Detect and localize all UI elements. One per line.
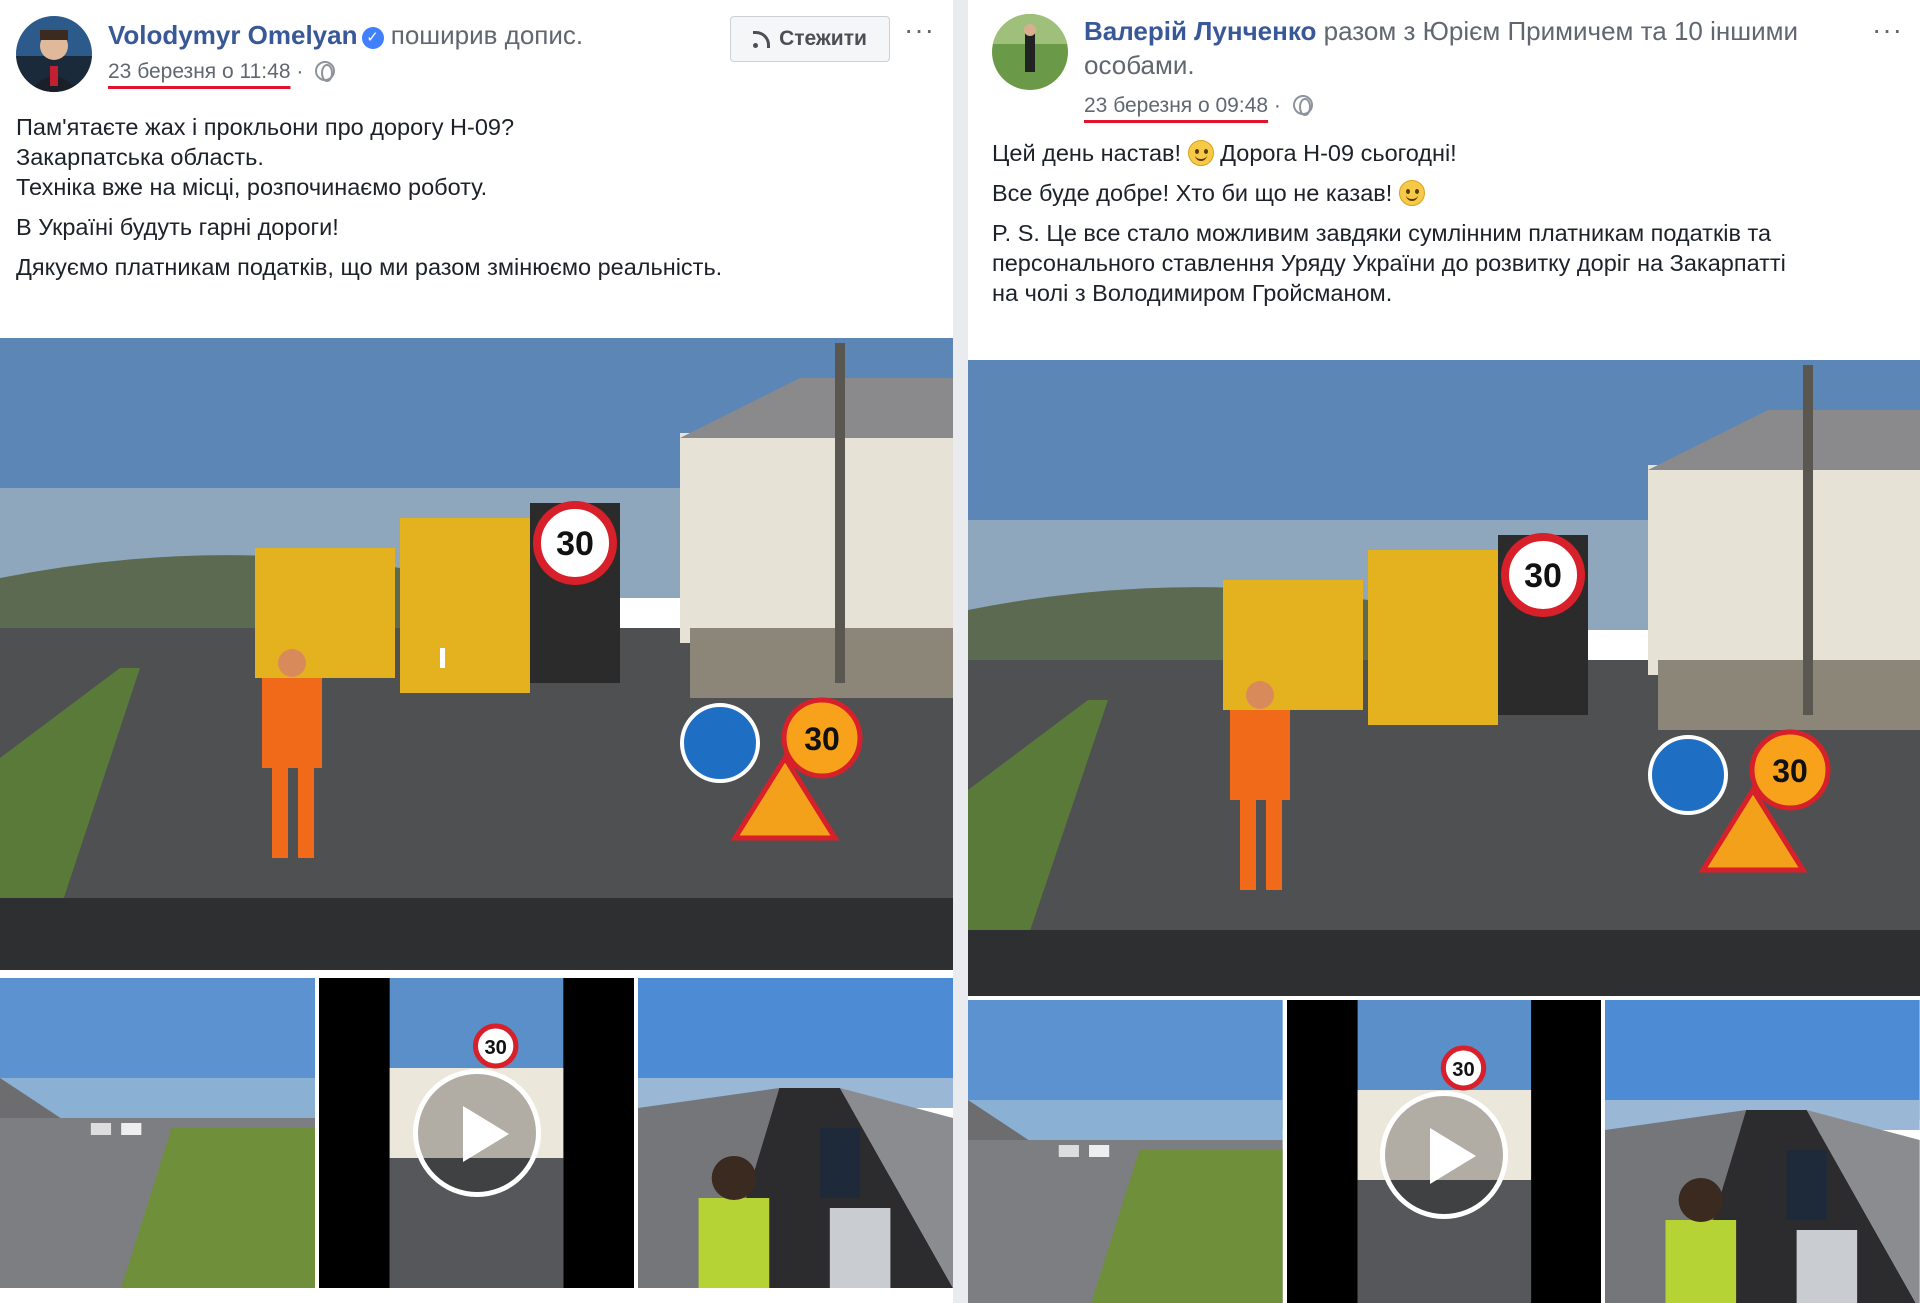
photo-thumbnails: 30 xyxy=(0,978,953,1288)
main-photo[interactable]: 30 30 xyxy=(0,338,953,970)
share-action: поширив допис. xyxy=(390,20,584,50)
follow-label: Стежити xyxy=(779,27,867,50)
text-line: Цей день настав! xyxy=(992,140,1182,166)
thumbnail-photo[interactable] xyxy=(638,978,953,1288)
follow-button[interactable]: Стежити xyxy=(730,16,890,62)
smile-emoji-icon xyxy=(1398,180,1425,206)
paragraph: Дякуємо платникам податків, що ми разом … xyxy=(16,252,937,282)
text-line: персонального ставлення Уряду України до… xyxy=(992,250,1786,276)
thumbnail-photo[interactable] xyxy=(1605,1000,1920,1303)
main-photo[interactable]: 30 30 xyxy=(968,360,1920,996)
tagged-people-cont[interactable]: особами. xyxy=(1084,50,1195,80)
globe-icon xyxy=(1292,95,1313,116)
post-timestamp[interactable]: 23 березня о 11:48 xyxy=(108,60,291,83)
smile-emoji-icon xyxy=(1187,140,1214,166)
speed-sign-board: 30 xyxy=(1524,557,1562,595)
paragraph: В Україні будуть гарні дороги! xyxy=(16,212,937,242)
text-line: Техніка вже на місці, розпочинаємо робот… xyxy=(16,174,488,200)
text-line: Все буде добре! Хто би що не казав! xyxy=(992,180,1393,206)
author-line: Volodymyr Omelyan ✓ поширив допис. xyxy=(108,18,583,52)
rss-icon xyxy=(753,30,771,48)
thumbnail-video[interactable]: 30 xyxy=(319,978,634,1288)
paragraph: P. S. Це все стало можливим завдяки сумл… xyxy=(992,218,1904,308)
post-text: Цей день настав! Дорога Н-09 сьогодні! В… xyxy=(992,138,1904,318)
verified-icon: ✓ xyxy=(361,27,384,49)
more-options-icon[interactable]: ··· xyxy=(1872,14,1903,46)
paragraph: Пам'ятаєте жах і прокльони про дорогу Н-… xyxy=(16,112,937,202)
text-line: Закарпатська область. xyxy=(16,144,264,170)
post-timestamp[interactable]: 23 березня о 09:48 xyxy=(1084,94,1268,117)
thumbnail-photo[interactable] xyxy=(0,978,315,1288)
text-line: В Україні будуть гарні дороги! xyxy=(16,214,339,240)
text-line: на чолі з Володимиром Гройсманом. xyxy=(992,280,1393,306)
play-icon[interactable] xyxy=(1380,1091,1508,1219)
text-line: P. S. Це все стало можливим завдяки сумл… xyxy=(992,220,1772,246)
paragraph: Цей день настав! Дорога Н-09 сьогодні! xyxy=(992,138,1904,168)
speed-sign-roadside: 30 xyxy=(804,721,840,757)
author-line: Валерій Лунченко разом з Юрієм Примичем … xyxy=(1084,14,1798,82)
post-left: Volodymyr Omelyan ✓ поширив допис. 23 бер… xyxy=(0,0,953,1303)
globe-icon xyxy=(315,61,336,82)
paragraph: Все буде добре! Хто би що не казав! xyxy=(992,178,1904,208)
text-line: Дякуємо платникам податків, що ми разом … xyxy=(16,254,723,280)
play-icon[interactable] xyxy=(412,1069,541,1197)
author-name[interactable]: Валерій Лунченко xyxy=(1084,16,1316,46)
post-meta: 23 березня о 11:48 · xyxy=(108,60,336,84)
tagged-people[interactable]: разом з Юрієм Примичем та 10 іншими xyxy=(1324,16,1798,46)
video-speed-sign: 30 xyxy=(484,1037,506,1059)
text-line: Дорога Н-09 сьогодні! xyxy=(1220,140,1457,166)
thumbnail-photo[interactable] xyxy=(968,1000,1283,1303)
post-header: Валерій Лунченко разом з Юрієм Примичем … xyxy=(968,0,1920,117)
speed-sign-roadside: 30 xyxy=(1772,753,1808,789)
speed-sign-board: 30 xyxy=(556,525,594,563)
post-header: Volodymyr Omelyan ✓ поширив допис. 23 бер… xyxy=(0,0,953,100)
avatar[interactable] xyxy=(992,14,1068,90)
more-options-icon[interactable]: ··· xyxy=(904,14,935,46)
thumbnail-video[interactable]: 30 xyxy=(1286,1000,1602,1303)
post-right: Валерій Лунченко разом з Юрієм Примичем … xyxy=(968,0,1920,1303)
video-speed-sign: 30 xyxy=(1452,1059,1474,1081)
photo-thumbnails: 30 xyxy=(968,1000,1920,1303)
post-meta: 23 березня о 09:48 · xyxy=(1084,94,1313,118)
text-line: Пам'ятаєте жах і прокльони про дорогу Н-… xyxy=(16,114,515,140)
post-text: Пам'ятаєте жах і прокльони про дорогу Н-… xyxy=(16,112,937,292)
author-name[interactable]: Volodymyr Omelyan xyxy=(108,20,358,50)
avatar[interactable] xyxy=(16,16,92,92)
